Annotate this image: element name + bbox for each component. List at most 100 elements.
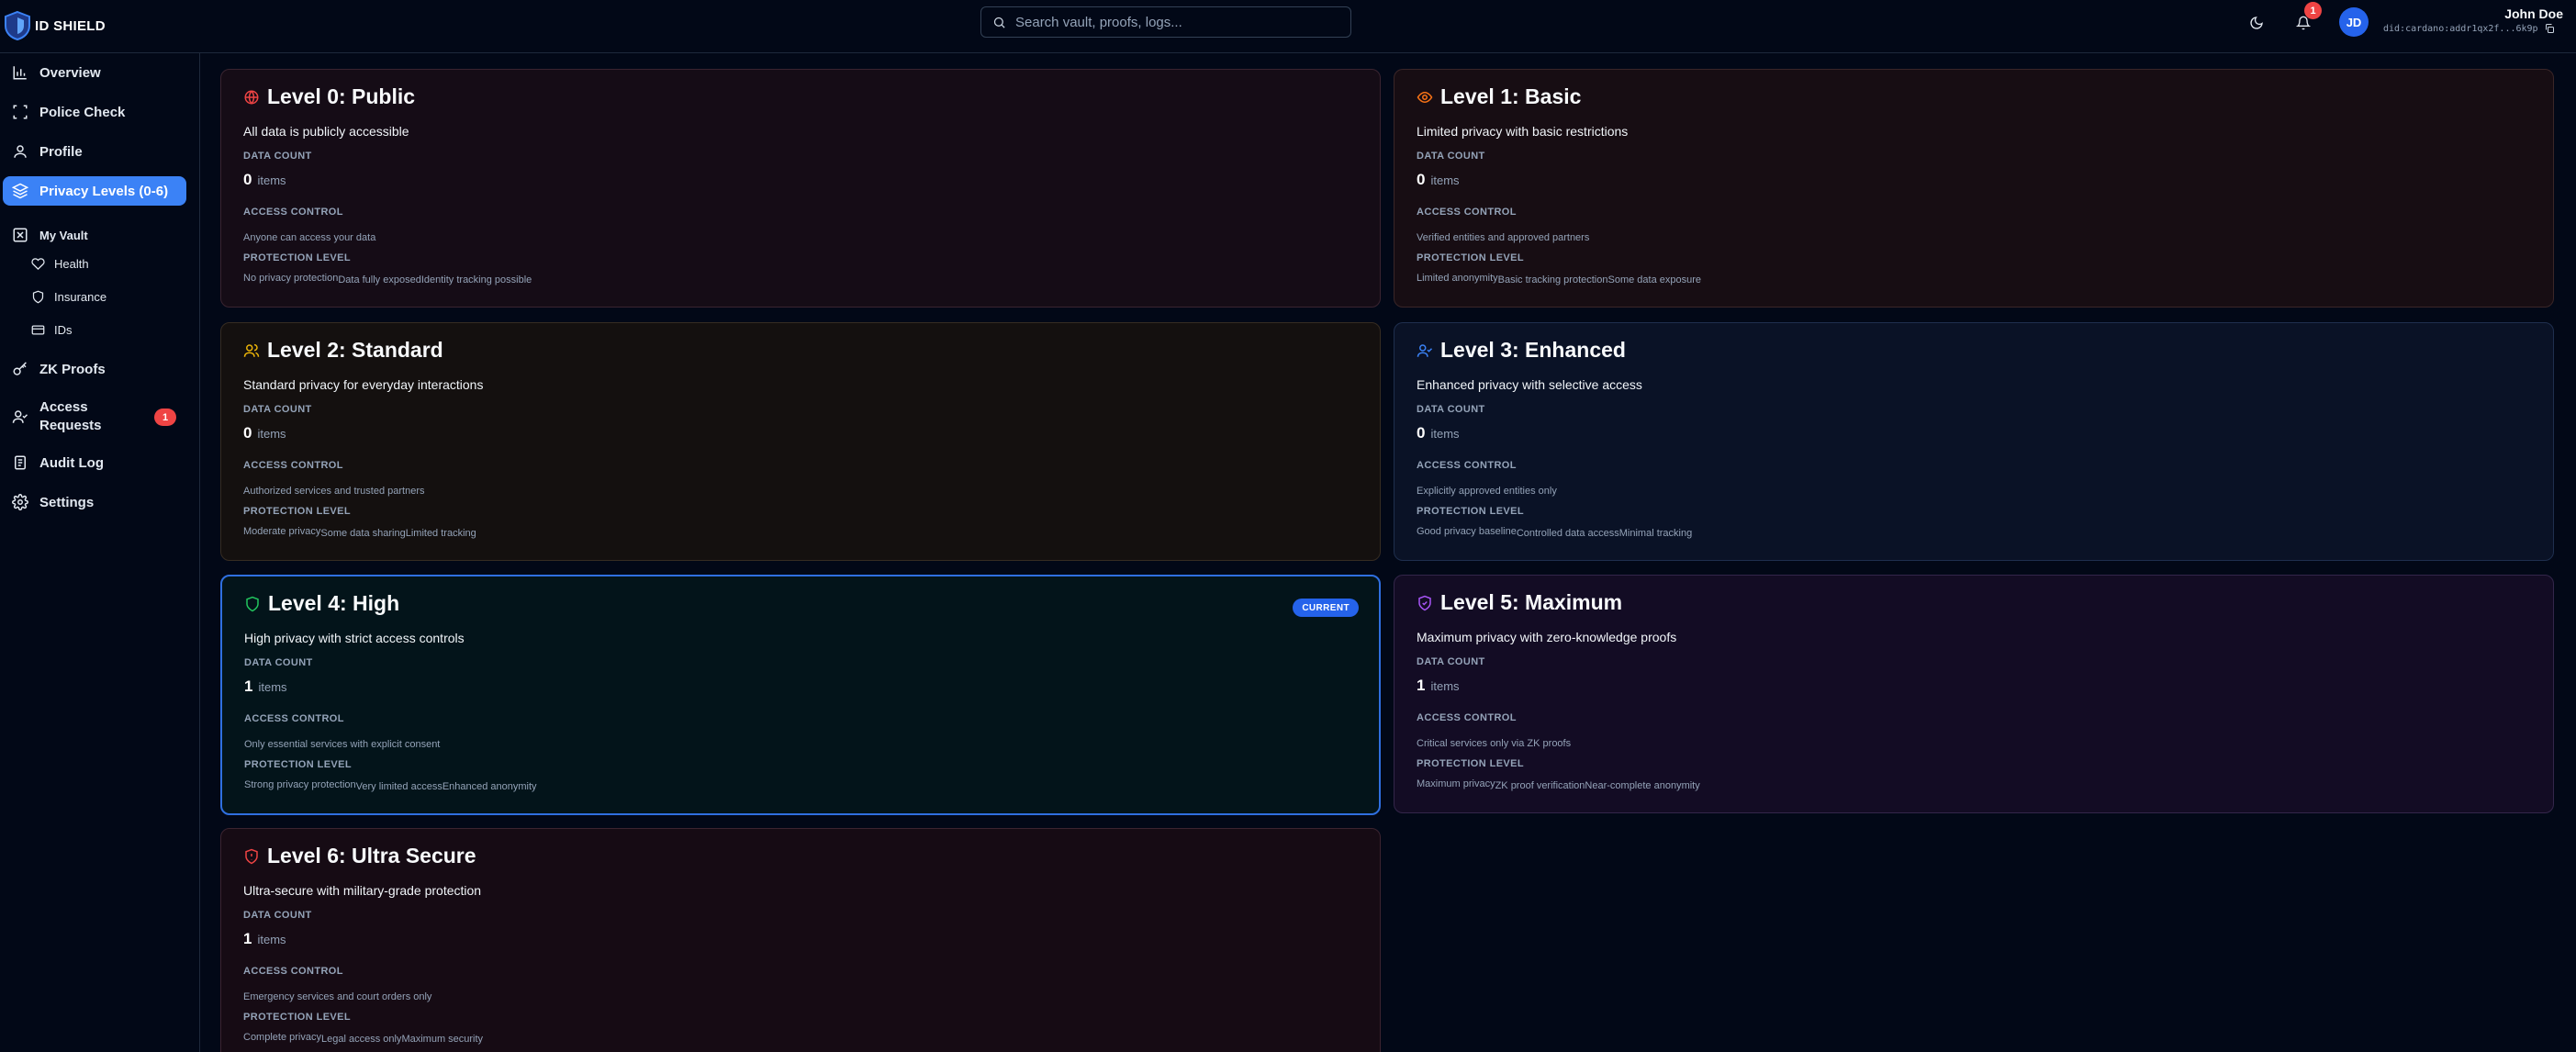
access-requests-badge: 1 [154, 408, 176, 426]
access-control-label: ACCESS CONTROL [1417, 207, 1517, 218]
protection-feature: Minimal tracking [1618, 528, 1693, 539]
privacy-level-card-4[interactable]: Level 4: High CURRENT High privacy with … [220, 575, 1381, 815]
level-description: Ultra-secure with military-grade protect… [243, 883, 482, 898]
privacy-level-card-1[interactable]: Level 1: Basic Limited privacy with basi… [1394, 69, 2554, 308]
protection-feature: ZK proof verification [1495, 780, 1585, 791]
data-count-value: 0 [243, 171, 252, 188]
protection-feature: No privacy protection [243, 273, 339, 284]
protection-features: Maximum privacyZK proof verificationNear… [1417, 778, 1700, 791]
protection-level-label: PROTECTION LEVEL [243, 506, 352, 517]
data-count-label: DATA COUNT [243, 404, 312, 415]
users-icon [243, 343, 260, 357]
access-control-value: Only essential services with explicit co… [244, 739, 441, 750]
protection-feature: Good privacy baseline [1417, 526, 1517, 537]
data-count-value: 0 [1417, 171, 1426, 188]
privacy-level-card-2[interactable]: Level 2: Standard Standard privacy for e… [220, 322, 1381, 561]
protection-feature: Some data sharing [320, 528, 406, 539]
sidebar-item-label: Profile [39, 143, 83, 160]
data-count: 1 items [244, 677, 287, 696]
protection-feature: Identity tracking possible [420, 274, 532, 285]
data-count-unit: items [257, 933, 286, 946]
protection-feature: Enhanced anonymity [442, 781, 537, 792]
sidebar-item-settings[interactable]: Settings [3, 487, 186, 517]
data-count-label: DATA COUNT [243, 151, 312, 162]
sidebar-item-my-vault[interactable]: My Vault [3, 220, 186, 250]
moon-icon [2250, 17, 2263, 29]
privacy-level-card-5[interactable]: Level 5: Maximum Maximum privacy with ze… [1394, 575, 2554, 813]
access-control-value: Critical services only via ZK proofs [1417, 738, 1572, 749]
user-check-icon [12, 410, 28, 423]
level-description: Enhanced privacy with selective access [1417, 377, 1642, 392]
access-control-value: Anyone can access your data [243, 232, 376, 243]
sidebar-item-overview[interactable]: Overview [3, 58, 186, 87]
data-count-unit: items [257, 427, 286, 441]
protection-feature: Data fully exposed [338, 274, 421, 285]
level-title: Level 0: Public [267, 84, 416, 108]
protection-feature: Legal access only [320, 1034, 402, 1045]
level-description: Maximum privacy with zero-knowledge proo… [1417, 630, 1677, 644]
level-description: Standard privacy for everyday interactio… [243, 377, 484, 392]
sidebar-item-access-requests[interactable]: Access Requests [3, 394, 131, 440]
sidebar-item-profile[interactable]: Profile [3, 137, 186, 166]
vault-item-label: Insurance [54, 289, 107, 304]
sidebar-item-label: Police Check [39, 104, 126, 120]
sidebar-item-privacy-levels[interactable]: Privacy Levels (0-6) [3, 176, 186, 206]
clipboard-icon [15, 455, 26, 470]
protection-level-label: PROTECTION LEVEL [1417, 506, 1525, 517]
theme-toggle-button[interactable] [2243, 9, 2270, 37]
privacy-level-card-3[interactable]: Level 3: Enhanced Enhanced privacy with … [1394, 322, 2554, 561]
sidebar: Overview Police Check Profile Privacy Le… [0, 53, 200, 1052]
protection-feature: Maximum privacy [1417, 778, 1495, 789]
notification-badge: 1 [2304, 2, 2322, 19]
level-title: Level 3: Enhanced [1440, 338, 1626, 362]
app-logo[interactable]: ID SHIELD [4, 7, 106, 44]
level-title: Level 5: Maximum [1440, 590, 1623, 614]
protection-features: Moderate privacySome data sharingLimited… [243, 526, 476, 539]
search-icon [993, 17, 1005, 28]
data-count-value: 1 [1417, 677, 1426, 694]
chart-icon [13, 66, 27, 80]
protection-feature: Strong privacy protection [244, 779, 356, 790]
globe-icon [244, 90, 259, 104]
data-count-label: DATA COUNT [243, 910, 312, 921]
sidebar-item-label: Overview [39, 64, 101, 81]
privacy-level-card-0[interactable]: Level 0: Public All data is publicly acc… [220, 69, 1381, 308]
user-did: did:cardano:addr1qx2f...6k9p [2383, 23, 2555, 34]
sidebar-item-label: My Vault [39, 228, 88, 242]
shield-logo-icon [5, 10, 30, 41]
level-description: Limited privacy with basic restrictions [1417, 124, 1629, 139]
data-count: 0 items [243, 424, 286, 442]
data-count-unit: items [257, 173, 286, 187]
protection-feature: Controlled data access [1516, 528, 1619, 539]
search-input[interactable] [1015, 14, 1346, 30]
sidebar-item-zk-proofs[interactable]: ZK Proofs [3, 354, 186, 384]
shield-check-icon [1418, 595, 1431, 610]
protection-features: Good privacy baselineControlled data acc… [1417, 526, 1693, 539]
protection-feature: Some data exposure [1607, 274, 1702, 285]
shield-icon [32, 290, 44, 303]
data-count-unit: items [258, 680, 287, 694]
vault-item-health[interactable]: Health [31, 252, 89, 274]
level-title: Level 2: Standard [267, 338, 443, 362]
vault-item-ids[interactable]: IDs [31, 319, 73, 341]
vault-item-insurance[interactable]: Insurance [31, 285, 106, 308]
sidebar-item-police-check[interactable]: Police Check [3, 97, 186, 127]
protection-feature: Limited tracking [405, 528, 476, 539]
data-count-unit: items [1430, 427, 1460, 441]
access-control-value: Authorized services and trusted partners [243, 486, 425, 497]
level-description: All data is publicly accessible [243, 124, 409, 139]
protection-level-label: PROTECTION LEVEL [1417, 758, 1525, 769]
data-count-label: DATA COUNT [1417, 656, 1485, 667]
sidebar-item-audit-log[interactable]: Audit Log [3, 448, 186, 477]
eye-icon [1417, 91, 1433, 103]
protection-level-label: PROTECTION LEVEL [1417, 252, 1525, 263]
protection-features: Strong privacy protectionVery limited ac… [244, 779, 537, 792]
protection-feature: Maximum security [401, 1034, 484, 1045]
data-count-label: DATA COUNT [244, 657, 313, 668]
protection-features: Complete privacyLegal access onlyMaximum… [243, 1032, 484, 1045]
search-box[interactable] [980, 6, 1351, 38]
privacy-level-card-6[interactable]: Level 6: Ultra Secure Ultra-secure with … [220, 828, 1381, 1052]
heart-icon [31, 257, 45, 270]
avatar[interactable]: JD [2339, 7, 2369, 37]
copy-icon[interactable] [2544, 23, 2555, 34]
